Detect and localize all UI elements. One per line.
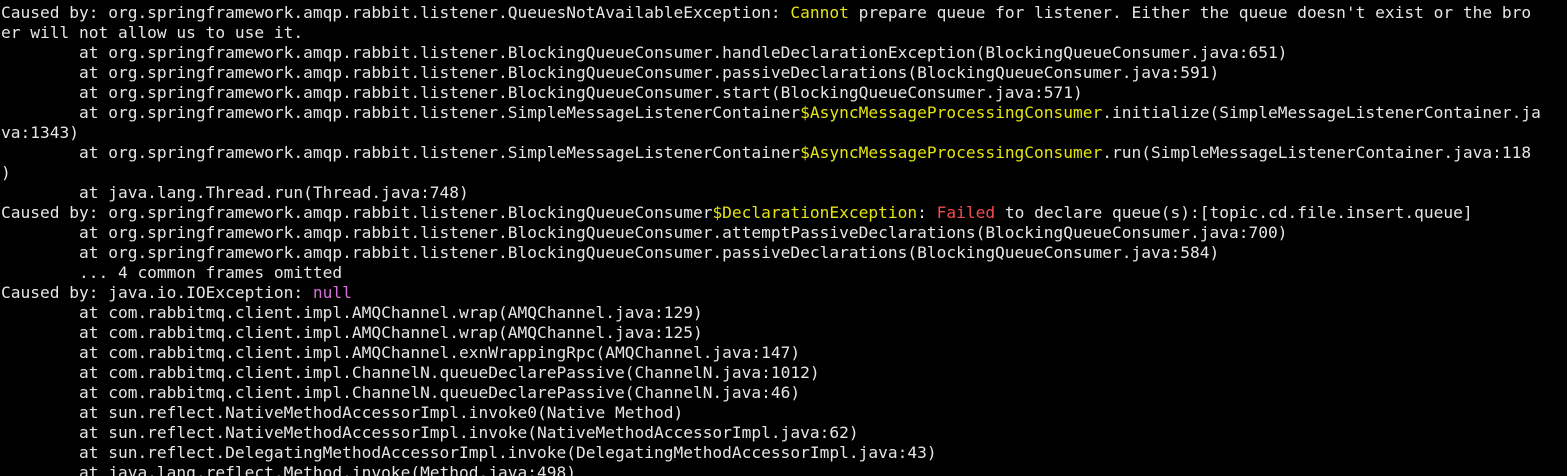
- log-text: :: [917, 203, 937, 222]
- log-line: va:1343): [0, 123, 1567, 143]
- log-text: at com.rabbitmq.client.impl.ChannelN.que…: [1, 363, 820, 382]
- log-text: Caused by: org.springframework.amqp.rabb…: [1, 3, 791, 22]
- log-text: at sun.reflect.DelegatingMethodAccessorI…: [1, 443, 937, 462]
- log-text: at org.springframework.amqp.rabbit.liste…: [1, 43, 1288, 62]
- terminal-output[interactable]: Caused by: org.springframework.amqp.rabb…: [0, 0, 1567, 476]
- log-highlight-yellow: $DeclarationException: [712, 203, 918, 222]
- log-line: at org.springframework.amqp.rabbit.liste…: [0, 143, 1567, 163]
- log-text: at java.lang.reflect.Method.invoke(Metho…: [1, 463, 576, 476]
- log-text: at org.springframework.amqp.rabbit.liste…: [1, 103, 801, 122]
- log-line: at sun.reflect.DelegatingMethodAccessorI…: [0, 443, 1567, 463]
- log-line: at org.springframework.amqp.rabbit.liste…: [0, 83, 1567, 103]
- log-text: va:1343): [1, 123, 79, 142]
- log-text: .initialize(SimpleMessageListenerContain…: [1102, 103, 1541, 122]
- log-text: .run(SimpleMessageListenerContainer.java…: [1102, 143, 1532, 162]
- log-text: to declare queue(s):[topic.cd.file.inser…: [995, 203, 1473, 222]
- log-text: at org.springframework.amqp.rabbit.liste…: [1, 143, 801, 162]
- log-line: at com.rabbitmq.client.impl.ChannelN.que…: [0, 363, 1567, 383]
- log-line: at sun.reflect.NativeMethodAccessorImpl.…: [0, 423, 1567, 443]
- log-text: at com.rabbitmq.client.impl.AMQChannel.w…: [1, 303, 703, 322]
- log-highlight-red: Failed: [936, 203, 996, 222]
- log-line: at com.rabbitmq.client.impl.AMQChannel.e…: [0, 343, 1567, 363]
- log-line: Caused by: org.springframework.amqp.rabb…: [0, 3, 1567, 23]
- log-line: at org.springframework.amqp.rabbit.liste…: [0, 223, 1567, 243]
- log-highlight-yellow: $AsyncMessageProcessingConsumer: [800, 143, 1103, 162]
- log-text: at sun.reflect.NativeMethodAccessorImpl.…: [1, 423, 859, 442]
- log-line: at sun.reflect.NativeMethodAccessorImpl.…: [0, 403, 1567, 423]
- log-line: at org.springframework.amqp.rabbit.liste…: [0, 103, 1567, 123]
- log-highlight-yellow: $AsyncMessageProcessingConsumer: [800, 103, 1103, 122]
- log-text: at com.rabbitmq.client.impl.AMQChannel.e…: [1, 343, 801, 362]
- log-text: at org.springframework.amqp.rabbit.liste…: [1, 223, 1288, 242]
- log-line: at java.lang.Thread.run(Thread.java:748): [0, 183, 1567, 203]
- log-line: er will not allow us to use it.: [0, 23, 1567, 43]
- log-line: at com.rabbitmq.client.impl.AMQChannel.w…: [0, 323, 1567, 343]
- log-line: ): [0, 163, 1567, 183]
- log-text: er will not allow us to use it.: [1, 23, 304, 42]
- log-text: at com.rabbitmq.client.impl.ChannelN.que…: [1, 383, 801, 402]
- log-highlight-magenta: null: [312, 283, 352, 302]
- log-text: Caused by: java.io.IOException:: [1, 283, 313, 302]
- log-line: at com.rabbitmq.client.impl.ChannelN.que…: [0, 383, 1567, 403]
- log-line: Caused by: org.springframework.amqp.rabb…: [0, 203, 1567, 223]
- log-text: ... 4 common frames omitted: [1, 263, 343, 282]
- log-text: at org.springframework.amqp.rabbit.liste…: [1, 83, 1083, 102]
- log-text: at sun.reflect.NativeMethodAccessorImpl.…: [1, 403, 684, 422]
- log-highlight-yellow: Cannot: [790, 3, 849, 22]
- log-text: Caused by: org.springframework.amqp.rabb…: [1, 203, 713, 222]
- log-text: ): [1, 163, 11, 182]
- log-line: at java.lang.reflect.Method.invoke(Metho…: [0, 463, 1567, 476]
- log-line: at org.springframework.amqp.rabbit.liste…: [0, 43, 1567, 63]
- log-line: Caused by: java.io.IOException: null: [0, 283, 1567, 303]
- log-line: ... 4 common frames omitted: [0, 263, 1567, 283]
- log-line: at org.springframework.amqp.rabbit.liste…: [0, 63, 1567, 83]
- log-text: at org.springframework.amqp.rabbit.liste…: [1, 243, 1220, 262]
- log-line: at org.springframework.amqp.rabbit.liste…: [0, 243, 1567, 263]
- log-text: at com.rabbitmq.client.impl.AMQChannel.w…: [1, 323, 703, 342]
- log-text: at java.lang.Thread.run(Thread.java:748): [1, 183, 469, 202]
- log-text: at org.springframework.amqp.rabbit.liste…: [1, 63, 1220, 82]
- log-line: at com.rabbitmq.client.impl.AMQChannel.w…: [0, 303, 1567, 323]
- log-text: prepare queue for listener. Either the q…: [848, 3, 1532, 22]
